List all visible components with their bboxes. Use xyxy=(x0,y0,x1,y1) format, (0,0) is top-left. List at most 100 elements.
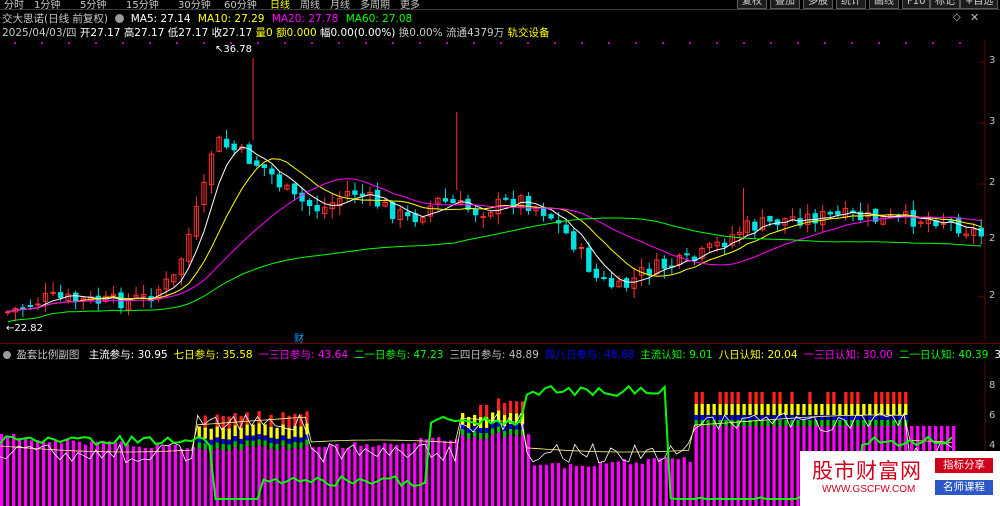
multi-stock-button[interactable]: 多股 xyxy=(803,0,833,9)
indicator-bar xyxy=(520,435,525,506)
indicator-bar xyxy=(868,404,872,415)
quote-close: 收27.17 xyxy=(211,27,253,39)
indicator-bar xyxy=(766,426,770,506)
indicator-bar xyxy=(646,459,650,506)
indicator-bar xyxy=(281,446,285,506)
indicator-bar xyxy=(125,443,130,506)
indicator-bar xyxy=(742,426,746,506)
indicator-bar xyxy=(263,435,267,441)
indicator-bar xyxy=(269,442,273,449)
indicator-bar xyxy=(838,404,842,415)
indicator-bar xyxy=(299,426,303,438)
indicator-bar xyxy=(760,420,764,426)
signal-dot xyxy=(446,42,448,44)
indicator-bar xyxy=(299,437,303,443)
tab-fenshi[interactable]: 分时 xyxy=(4,0,24,9)
indicator-bar xyxy=(479,427,483,433)
add-watchlist-button[interactable]: +自选 xyxy=(960,0,999,9)
indicator-axis-label: 8 xyxy=(989,380,996,391)
ma-settings-icon[interactable] xyxy=(115,14,125,23)
tab-daily[interactable]: 日线 xyxy=(270,0,290,9)
indicator-bar xyxy=(161,446,165,506)
price-axis-label: 2 xyxy=(989,233,996,244)
indicator-bar xyxy=(371,446,375,506)
indicator-bar xyxy=(83,444,88,506)
indicator-bar xyxy=(215,437,219,443)
tab-1min[interactable]: 1分钟 xyxy=(34,0,60,9)
draw-line-button[interactable]: 画线 xyxy=(869,0,899,9)
tab-monthly[interactable]: 月线 xyxy=(330,0,350,9)
candle-body xyxy=(5,311,11,314)
indicator-bar xyxy=(245,435,249,441)
overlay-button[interactable]: 叠加 xyxy=(770,0,800,9)
indicator-bar xyxy=(718,392,722,404)
tab-15min[interactable]: 15分钟 xyxy=(126,0,159,9)
candle-body xyxy=(578,246,584,249)
indicator-bar xyxy=(790,404,794,415)
candle-body xyxy=(374,189,381,207)
tab-60min[interactable]: 60分钟 xyxy=(224,0,257,9)
fuquan-button[interactable]: 复权 xyxy=(737,0,767,9)
indicator-bar xyxy=(724,392,728,404)
indicator-bar xyxy=(826,392,830,404)
indicator-settings-icon[interactable] xyxy=(3,351,11,359)
candle-body xyxy=(95,295,102,304)
signal-dot xyxy=(797,42,799,44)
tab-multi-period[interactable]: 多周期 xyxy=(360,0,390,9)
indicator-bar xyxy=(257,434,261,440)
indicator-legend-item: 八日认知: 20.04 xyxy=(718,349,798,361)
indicator-legend-item: 3 xyxy=(994,349,1000,361)
tab-5min[interactable]: 5分钟 xyxy=(80,0,106,9)
ma10-label: MA10: 27.29 xyxy=(197,13,265,25)
indicator-bar xyxy=(754,404,758,415)
indicator-bar xyxy=(257,439,261,446)
candle-body xyxy=(955,217,962,234)
indicator-bar xyxy=(706,426,710,506)
indicator-bar xyxy=(443,440,447,506)
indicator-bar xyxy=(748,404,752,415)
signal-dot xyxy=(878,42,880,44)
candle-body xyxy=(767,216,773,222)
ma5-label: MA5: 27.14 xyxy=(130,13,191,25)
close-icon[interactable]: ✕ xyxy=(970,11,979,24)
indicator-bar xyxy=(514,429,519,436)
indicator-bar xyxy=(856,404,860,415)
expand-icon[interactable]: ◇ xyxy=(953,12,961,23)
indicator-bar xyxy=(287,443,291,450)
indicator-bar xyxy=(479,432,483,439)
signal-dot xyxy=(203,42,205,44)
candle-body xyxy=(246,144,252,164)
candle-body xyxy=(827,211,834,215)
pane-divider xyxy=(0,343,1000,344)
indicator-bar xyxy=(293,413,297,426)
signal-dot xyxy=(257,42,259,44)
tab-30min[interactable]: 30分钟 xyxy=(178,0,211,9)
candle-body xyxy=(35,303,41,306)
indicator-bar xyxy=(11,433,16,506)
indicator-bar xyxy=(814,404,818,415)
indicator-bar xyxy=(281,435,285,441)
indicator-bar xyxy=(508,428,513,435)
indicator-bar xyxy=(407,443,411,506)
signal-dot xyxy=(365,42,367,44)
candle-body xyxy=(540,208,547,216)
indicator-bar xyxy=(718,426,722,506)
candlestick-chart[interactable] xyxy=(0,40,1000,340)
tab-more[interactable]: 更多 xyxy=(400,0,420,9)
indicator-name[interactable]: 盈套比例副图 xyxy=(16,349,79,361)
tab-weekly[interactable]: 周线 xyxy=(300,0,320,9)
signal-dot xyxy=(554,42,556,44)
indicator-bar xyxy=(706,420,710,426)
indicator-legend-item: 四八日参与: 48.68 xyxy=(544,349,635,361)
indicator-bar xyxy=(826,404,830,415)
mark-button[interactable]: 标记 xyxy=(930,0,960,9)
indicator-bar xyxy=(622,458,626,506)
signal-dot xyxy=(14,42,16,44)
indicator-bar xyxy=(568,464,573,506)
stock-title[interactable]: 交大思诺(日线 前复权) xyxy=(2,13,108,25)
concept-tag[interactable]: 轨交设备 xyxy=(508,27,550,39)
stats-button[interactable]: 统计 xyxy=(836,0,866,9)
indicator-legend-item: 一三日参与: 43.64 xyxy=(258,349,348,361)
f10-button[interactable]: F10 xyxy=(902,0,931,9)
indicator-bar xyxy=(227,444,231,451)
